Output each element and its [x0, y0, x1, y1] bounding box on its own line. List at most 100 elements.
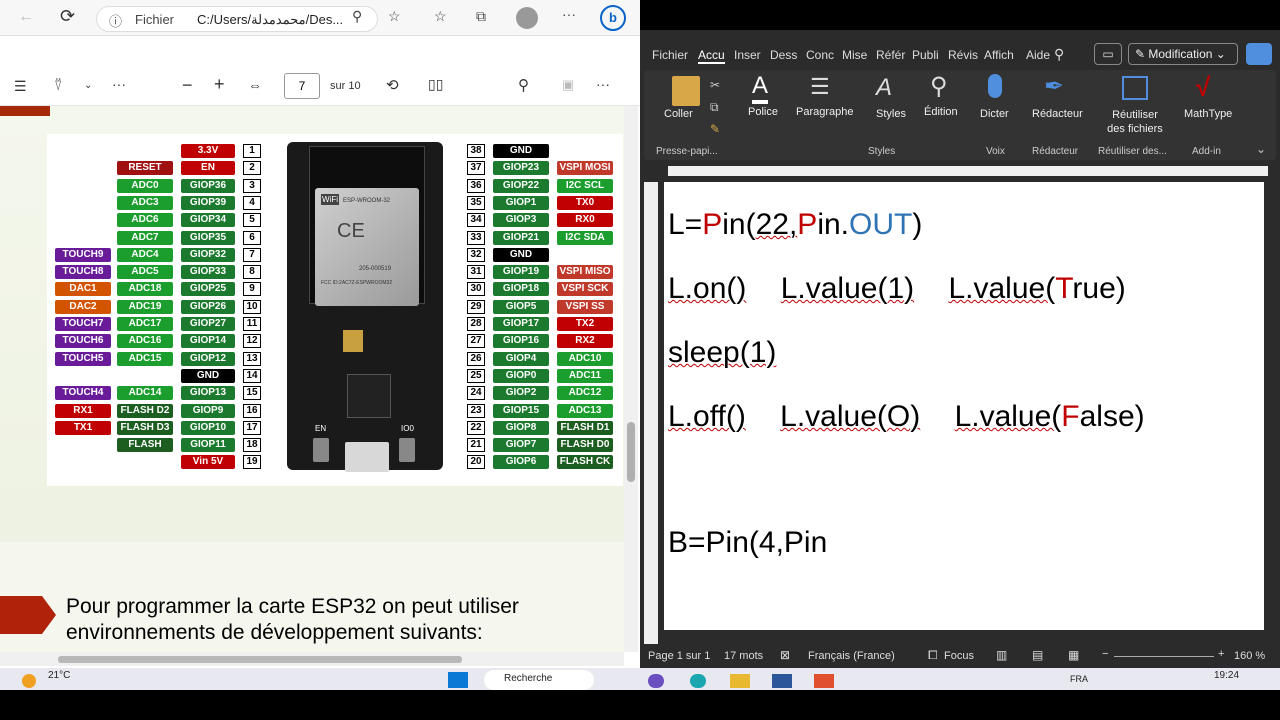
share-icon[interactable] [1246, 43, 1272, 65]
status-language[interactable]: Français (France) [808, 650, 895, 662]
usb-port [345, 442, 389, 472]
slide-arrow-decor [0, 106, 50, 116]
pin-function-label: ADC17 [117, 317, 173, 331]
read-mode-icon[interactable]: ▥ [996, 648, 1007, 662]
draw-icon[interactable]: ⍢ [54, 77, 62, 94]
pin-function-label: DAC2 [55, 299, 111, 314]
tab-affichage[interactable]: Affich [984, 48, 1014, 62]
clock[interactable]: 19:24 [1214, 670, 1239, 681]
info-icon: ⓘ [109, 14, 123, 29]
pin-function-label: ADC15 [117, 351, 173, 366]
pdf-scroll-thumb[interactable] [627, 422, 635, 482]
web-layout-icon[interactable]: ▦ [1068, 648, 1079, 662]
pin-function-label: ADC7 [117, 230, 173, 245]
favorites-icon[interactable]: ☆ [434, 8, 447, 25]
reuse-files-button[interactable]: Réutiliser des fichiers [1102, 108, 1168, 136]
pdf-scrollbar[interactable] [624, 106, 638, 652]
bing-icon[interactable]: b [600, 5, 626, 31]
pin-label: GIOP9 [181, 403, 235, 418]
collapse-ribbon-icon[interactable]: ⌄ [1256, 142, 1266, 156]
editing-mode-button[interactable]: ✎ Modification ⌄ [1128, 43, 1238, 65]
weather-icon[interactable] [22, 674, 36, 688]
windows-start-icon[interactable] [448, 672, 468, 688]
tab-aide[interactable]: Aide [1026, 48, 1050, 62]
tab-fichier[interactable]: Fichier [652, 48, 688, 62]
tab-accueil[interactable]: Accu [698, 48, 725, 64]
page-number-input[interactable]: 7 [284, 73, 320, 99]
page-view-icon[interactable]: ▯▯ [428, 76, 443, 93]
mathtype-button[interactable]: MathType [1184, 108, 1232, 120]
tab-revision[interactable]: Révis [948, 48, 978, 62]
comments-icon[interactable]: ▭ [1094, 43, 1122, 65]
styles-button[interactable]: Styles [876, 108, 906, 120]
zoom-in-icon[interactable]: + [1218, 648, 1224, 660]
horizontal-scrollbar[interactable] [0, 652, 624, 666]
more-icon[interactable]: ··· [562, 6, 576, 22]
pin-number: 25 [467, 368, 485, 383]
zoom-out-icon[interactable]: − [182, 75, 193, 96]
dictate-button[interactable]: Dicter [980, 108, 1009, 120]
pin-label: GIOP11 [181, 438, 235, 453]
explorer-icon[interactable] [730, 674, 750, 688]
pin-function-label: RX2 [557, 334, 613, 349]
font-button[interactable]: Police [748, 106, 778, 118]
refresh-icon[interactable]: ⟳ [60, 6, 75, 27]
document-page[interactable]: L=Pin(22,Pin.OUT) L.on() L.value(1) L.va… [664, 182, 1264, 630]
tab-insertion[interactable]: Inser [734, 48, 761, 62]
tab-dessin[interactable]: Dess [770, 48, 797, 62]
editor-button[interactable]: Rédacteur [1032, 108, 1083, 120]
accessibility-icon[interactable]: ⊠ [780, 648, 790, 662]
pin-number: 6 [243, 230, 261, 245]
copy-icon[interactable]: ⧉ [710, 100, 719, 115]
tab-mise-en-page[interactable]: Mise [842, 48, 867, 62]
address-bar[interactable]: ⓘ Fichier C:/Users/محمدمدلة/Des... [96, 6, 378, 32]
boot-button [399, 438, 415, 462]
print-layout-icon[interactable]: ▤ [1032, 648, 1043, 662]
doc-line-3: sleep(1) [668, 336, 777, 369]
pdf-more-icon[interactable]: ··· [596, 76, 610, 92]
zoom-in-icon[interactable]: + [214, 74, 225, 95]
edge-taskbar-icon[interactable] [690, 674, 706, 688]
weather-temp[interactable]: 21°C [48, 670, 70, 681]
contents-icon[interactable]: ☰ [14, 78, 27, 95]
paragraph-button[interactable]: Paragraphe [796, 106, 854, 118]
chevron-down-icon[interactable]: ⌄ [84, 80, 92, 91]
back-icon[interactable]: ← [18, 8, 34, 26]
status-words[interactable]: 17 mots [724, 650, 763, 662]
pin-number: 24 [467, 386, 485, 401]
app-icon[interactable] [814, 674, 834, 688]
save-icon[interactable]: ▣ [562, 77, 574, 93]
pin-number: 4 [243, 195, 261, 210]
taskbar-search[interactable]: Recherche [484, 670, 594, 690]
status-page[interactable]: Page 1 sur 1 [648, 650, 710, 662]
language-indicator[interactable]: FRA [1070, 674, 1088, 684]
rotate-icon[interactable]: ⟲ [386, 76, 399, 94]
word-vertical-scrollbar[interactable] [1266, 182, 1278, 644]
taskbar: 21°C Recherche FRA 19:24 [0, 668, 1280, 690]
status-zoom[interactable]: 160 % [1234, 650, 1265, 662]
tab-references[interactable]: Référ [876, 48, 905, 62]
more-tools-icon[interactable]: ··· [112, 76, 126, 92]
format-painter-icon[interactable]: ✎ [710, 122, 720, 136]
doc-line-2: L.on() L.value(1) L.value(True) [668, 272, 1126, 306]
editing-button[interactable]: Édition [924, 106, 958, 118]
pin-function-label: ADC12 [557, 386, 613, 401]
status-focus[interactable]: Focus [944, 650, 974, 662]
zoom-out-icon[interactable]: − [1102, 648, 1108, 660]
zoom-slider[interactable] [1114, 656, 1214, 657]
tab-conception[interactable]: Conc [806, 48, 834, 62]
horizontal-scroll-thumb[interactable] [58, 656, 462, 663]
fit-page-icon[interactable]: ⇔ [248, 77, 262, 93]
favorite-add-icon[interactable]: ☆ [388, 8, 401, 25]
app-icon[interactable] [648, 674, 664, 688]
tab-publipostage[interactable]: Publi [912, 48, 939, 62]
ribbon-search-icon[interactable]: ⚲ [1054, 46, 1064, 63]
cut-icon[interactable]: ✂ [710, 78, 720, 92]
zoom-icon[interactable]: ⚲ [352, 8, 362, 25]
focus-icon[interactable]: ⧠ [928, 648, 938, 663]
paste-button[interactable]: Coller [664, 108, 693, 120]
word-taskbar-icon[interactable] [772, 674, 792, 688]
collections-icon[interactable]: ⧉ [476, 8, 486, 25]
search-icon[interactable]: ⚲ [518, 76, 529, 94]
profile-avatar[interactable] [516, 7, 538, 29]
